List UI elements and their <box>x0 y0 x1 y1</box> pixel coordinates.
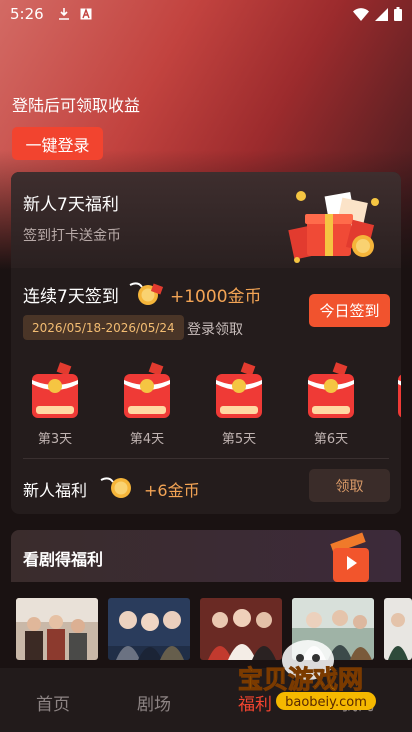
watermark-logo: 宝贝游戏网 baobeiy.com <box>238 640 376 710</box>
day-item[interactable]: 第6天 <box>299 362 359 448</box>
battery-icon <box>394 7 402 21</box>
day-label: 第5天 <box>221 432 257 447</box>
watch-drama-welfare-card[interactable]: 看剧得福利 <box>11 530 401 582</box>
coin-icon <box>100 477 131 498</box>
site-watermark: 宝贝游戏网 baobeiy.com <box>236 638 396 716</box>
drama-card-title: 看剧得福利 <box>23 550 104 569</box>
signal-icon <box>375 7 388 21</box>
clapperboard-icon <box>330 532 369 582</box>
newbie-welfare-card: 新人7天福利 签到打卡送金币 连续7天签到 +1000金币 2026/05/18… <box>11 172 401 514</box>
signin-title: 连续7天签到 <box>23 287 119 307</box>
signin-date-range: 2026/05/18-2026/05/24 <box>23 315 184 340</box>
card-subtitle: 签到打卡送金币 <box>23 228 121 244</box>
login-to-claim-text: 登录领取 <box>187 322 243 338</box>
red-envelope-icon <box>308 362 354 418</box>
drama-poster[interactable] <box>16 598 98 660</box>
day-label: 第4天 <box>129 432 165 447</box>
status-indicators <box>353 7 402 21</box>
day-item[interactable]: 第3天 <box>23 362 83 448</box>
one-click-login-button[interactable]: 一键登录 <box>12 127 103 160</box>
claim-button[interactable]: 领取 <box>309 469 390 502</box>
poster-image <box>108 598 190 660</box>
divider <box>23 458 389 459</box>
signin-days-row: 第3天 第4天 第5天 第6天 <box>11 362 401 448</box>
red-envelope-icon <box>398 374 401 418</box>
gift-box-icon <box>288 191 379 263</box>
day-item-partial[interactable] <box>389 362 401 448</box>
day-item[interactable]: 第5天 <box>207 362 267 448</box>
signin-reward: +1000金币 <box>170 287 262 307</box>
wifi-icon <box>353 7 369 21</box>
drama-poster[interactable] <box>108 598 190 660</box>
today-signin-button[interactable]: 今日签到 <box>309 294 390 327</box>
watermark-title: 宝贝游戏网 <box>238 665 363 694</box>
download-icon <box>58 8 69 20</box>
red-envelope-icon <box>124 362 170 418</box>
status-bar: 5:26 <box>0 0 412 28</box>
day-item[interactable]: 第4天 <box>115 362 175 448</box>
app-notification-icon <box>80 8 92 20</box>
coin-icon <box>129 282 164 305</box>
day-label: 第3天 <box>37 432 73 447</box>
red-envelope-icon <box>216 362 262 418</box>
status-time: 5:26 <box>10 5 44 23</box>
login-tip: 登陆后可领取收益 <box>12 96 141 115</box>
watermark-url: baobeiy.com <box>285 695 367 710</box>
tab-home[interactable]: 首页 <box>36 690 70 715</box>
red-envelope-icon <box>32 362 78 418</box>
card-title: 新人7天福利 <box>23 195 119 215</box>
newbie-reward: +6金币 <box>144 481 200 500</box>
newbie-welfare-title: 新人福利 <box>23 481 88 500</box>
day-label: 第6天 <box>313 432 349 447</box>
poster-image <box>16 598 98 660</box>
tab-theater[interactable]: 剧场 <box>137 690 171 715</box>
